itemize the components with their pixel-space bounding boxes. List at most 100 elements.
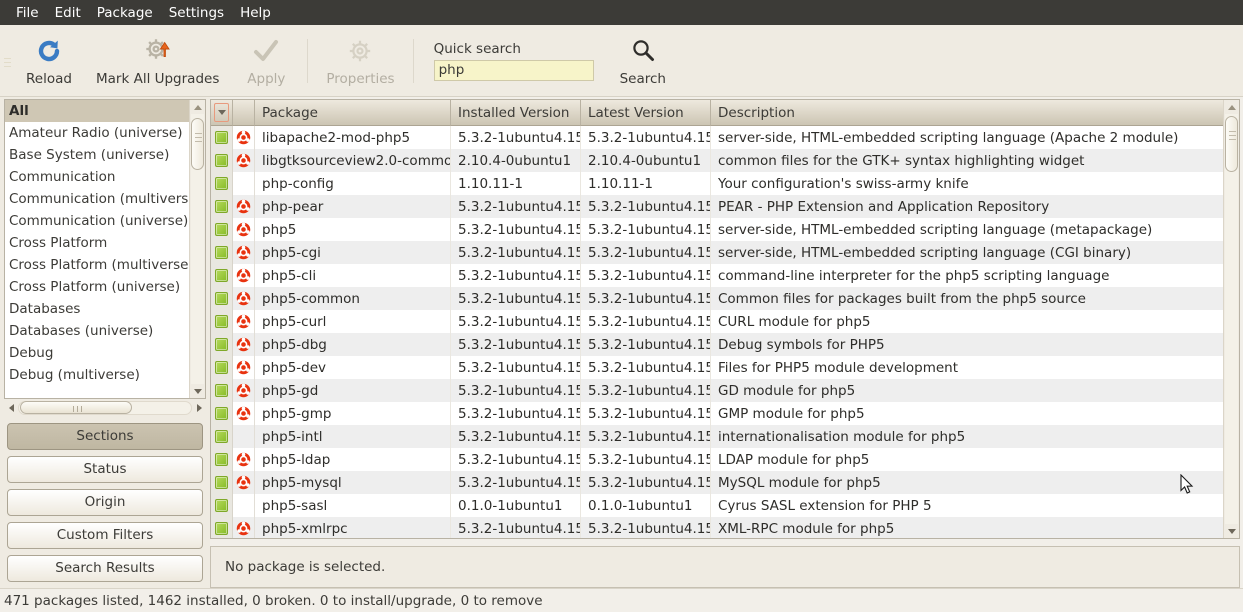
table-row[interactable]: php-config 1.10.11-1 1.10.11-1 Your configu… (211, 172, 1223, 195)
category-item-all[interactable]: All (5, 100, 189, 122)
package-origin-icon (233, 356, 255, 379)
table-row[interactable]: php5 5.3.2-1ubuntu4.15 5.3.2-1ubuntu4.15 se… (211, 218, 1223, 241)
category-item-databases[interactable]: Databases (5, 298, 189, 320)
apply-button[interactable]: Apply (231, 30, 301, 92)
toolbar-drag-grip[interactable] (0, 25, 14, 96)
cell-package: php5-xmlrpc (255, 517, 451, 538)
category-item-amateur-radio-universe[interactable]: Amateur Radio (universe) (5, 122, 189, 144)
package-state-icon[interactable] (211, 241, 233, 264)
table-row[interactable]: php5-curl 5.3.2-1ubuntu4.15 5.3.2-1ubuntu4… (211, 310, 1223, 333)
package-state-icon[interactable] (211, 425, 233, 448)
package-state-icon[interactable] (211, 333, 233, 356)
package-state-icon[interactable] (211, 402, 233, 425)
table-row[interactable]: php5-mysql 5.3.2-1ubuntu4.15 5.3.2-1ubuntu… (211, 471, 1223, 494)
cell-installed-version: 5.3.2-1ubuntu4.15 (451, 126, 581, 149)
table-row[interactable]: php5-gmp 5.3.2-1ubuntu4.15 5.3.2-1ubuntu4.… (211, 402, 1223, 425)
quick-search-input[interactable] (433, 59, 594, 81)
package-state-icon[interactable] (211, 494, 233, 517)
category-item-debug-multiverse[interactable]: Debug (multiverse) (5, 364, 189, 386)
table-row[interactable]: php5-sasl 0.1.0-1ubuntu1 0.1.0-1ubuntu1 Cyr… (211, 494, 1223, 517)
scroll-down-arrow-icon[interactable] (1224, 524, 1240, 538)
filter-button-sections[interactable]: Sections (7, 423, 203, 450)
category-list[interactable]: All Amateur Radio (universe) Base System… (5, 100, 189, 398)
package-state-icon[interactable] (211, 195, 233, 218)
table-row[interactable]: php5-intl 5.3.2-1ubuntu4.15 5.3.2-1ubuntu4… (211, 425, 1223, 448)
scroll-up-arrow-icon[interactable] (1224, 100, 1240, 114)
category-item-databases-universe[interactable]: Databases (universe) (5, 320, 189, 342)
cell-description: internationalisation module for php5 (718, 428, 966, 445)
column-header-installed[interactable]: Installed Version (451, 100, 581, 126)
scroll-right-arrow-icon[interactable] (192, 400, 206, 416)
scrollbar-thumb[interactable] (1225, 116, 1238, 172)
cell-package: php5-common (255, 287, 451, 310)
package-state-icon[interactable] (211, 310, 233, 333)
scroll-up-arrow-icon[interactable] (190, 100, 206, 114)
menu-item-package[interactable]: Package (89, 3, 161, 23)
cell-description: MySQL module for php5 (718, 474, 881, 491)
table-row[interactable]: php5-xmlrpc 5.3.2-1ubuntu4.15 5.3.2-1ubunt… (211, 517, 1223, 538)
cell-package: php5-curl (255, 310, 451, 333)
package-state-icon[interactable] (211, 379, 233, 402)
category-list-vertical-scrollbar[interactable] (189, 100, 205, 398)
category-item-cross-platform[interactable]: Cross Platform (5, 232, 189, 254)
properties-button[interactable]: Properties (314, 30, 406, 92)
category-item-communication-multiverse[interactable]: Communication (multiverse) (5, 188, 189, 210)
filter-button-custom-filters[interactable]: Custom Filters (7, 522, 203, 549)
detail-pane-text: No package is selected. (225, 559, 386, 575)
column-header-origin[interactable] (233, 100, 255, 126)
category-item-debug[interactable]: Debug (5, 342, 189, 364)
table-row[interactable]: libapache2-mod-php5 5.3.2-1ubuntu4.15 5.3.… (211, 126, 1223, 149)
package-state-icon[interactable] (211, 149, 233, 172)
filter-button-status[interactable]: Status (7, 456, 203, 483)
category-item-communication[interactable]: Communication (5, 166, 189, 188)
package-origin-icon (233, 494, 255, 517)
scroll-left-arrow-icon[interactable] (4, 400, 18, 416)
package-state-icon[interactable] (211, 517, 233, 538)
filter-button-search-results[interactable]: Search Results (7, 555, 203, 582)
package-origin-icon (233, 126, 255, 149)
hscrollbar-thumb[interactable] (20, 401, 132, 414)
table-row[interactable]: php5-dev 5.3.2-1ubuntu4.15 5.3.2-1ubuntu4.… (211, 356, 1223, 379)
filter-button-origin[interactable]: Origin (7, 489, 203, 516)
category-item-communication-universe[interactable]: Communication (universe) (5, 210, 189, 232)
cell-installed-version: 5.3.2-1ubuntu4.15 (451, 517, 581, 538)
reload-button[interactable]: Reload (14, 30, 84, 92)
column-header-sort-indicator[interactable] (211, 100, 233, 126)
category-list-horizontal-scrollbar[interactable] (4, 400, 206, 416)
cell-installed-version: 5.3.2-1ubuntu4.15 (451, 471, 581, 494)
menu-item-settings[interactable]: Settings (161, 3, 232, 23)
table-row[interactable]: php5-cli 5.3.2-1ubuntu4.15 5.3.2-1ubuntu4.… (211, 264, 1223, 287)
package-list-vertical-scrollbar[interactable] (1223, 100, 1239, 538)
table-row[interactable]: php5-ldap 5.3.2-1ubuntu4.15 5.3.2-1ubuntu4… (211, 448, 1223, 471)
scroll-down-arrow-icon[interactable] (190, 384, 206, 398)
menu-item-edit[interactable]: Edit (47, 3, 89, 23)
column-header-latest[interactable]: Latest Version (581, 100, 711, 126)
search-button[interactable]: Search (608, 30, 678, 92)
package-state-icon[interactable] (211, 448, 233, 471)
package-state-icon[interactable] (211, 264, 233, 287)
table-row[interactable]: libgtksourceview2.0-common 2.10.4-0ubuntu… (211, 149, 1223, 172)
mark-all-upgrades-button[interactable]: Mark All Upgrades (84, 30, 231, 92)
table-row[interactable]: php5-common 5.3.2-1ubuntu4.15 5.3.2-1ubunt… (211, 287, 1223, 310)
menu-item-help[interactable]: Help (232, 3, 279, 23)
package-state-icon[interactable] (211, 471, 233, 494)
scrollbar-thumb[interactable] (191, 118, 204, 170)
table-row[interactable]: php5-gd 5.3.2-1ubuntu4.15 5.3.2-1ubuntu4.1… (211, 379, 1223, 402)
category-item-cross-platform-multiverse[interactable]: Cross Platform (multiverse) (5, 254, 189, 276)
package-state-icon[interactable] (211, 356, 233, 379)
cell-latest-version: 5.3.2-1ubuntu4.15 (581, 356, 711, 379)
package-state-icon[interactable] (211, 287, 233, 310)
scrollbar-track[interactable] (1225, 114, 1238, 524)
category-item-cross-platform-universe[interactable]: Cross Platform (universe) (5, 276, 189, 298)
table-row[interactable]: php-pear 5.3.2-1ubuntu4.15 5.3.2-1ubuntu4.… (211, 195, 1223, 218)
package-state-icon[interactable] (211, 126, 233, 149)
category-item-base-system-universe[interactable]: Base System (universe) (5, 144, 189, 166)
table-row[interactable]: php5-dbg 5.3.2-1ubuntu4.15 5.3.2-1ubuntu4.… (211, 333, 1223, 356)
column-header-package[interactable]: Package (255, 100, 451, 126)
column-header-description[interactable]: Description (711, 100, 1223, 126)
ubuntu-origin-icon (236, 360, 251, 375)
package-state-icon[interactable] (211, 172, 233, 195)
package-state-icon[interactable] (211, 218, 233, 241)
table-row[interactable]: php5-cgi 5.3.2-1ubuntu4.15 5.3.2-1ubuntu4.… (211, 241, 1223, 264)
menu-item-file[interactable]: File (8, 3, 47, 23)
